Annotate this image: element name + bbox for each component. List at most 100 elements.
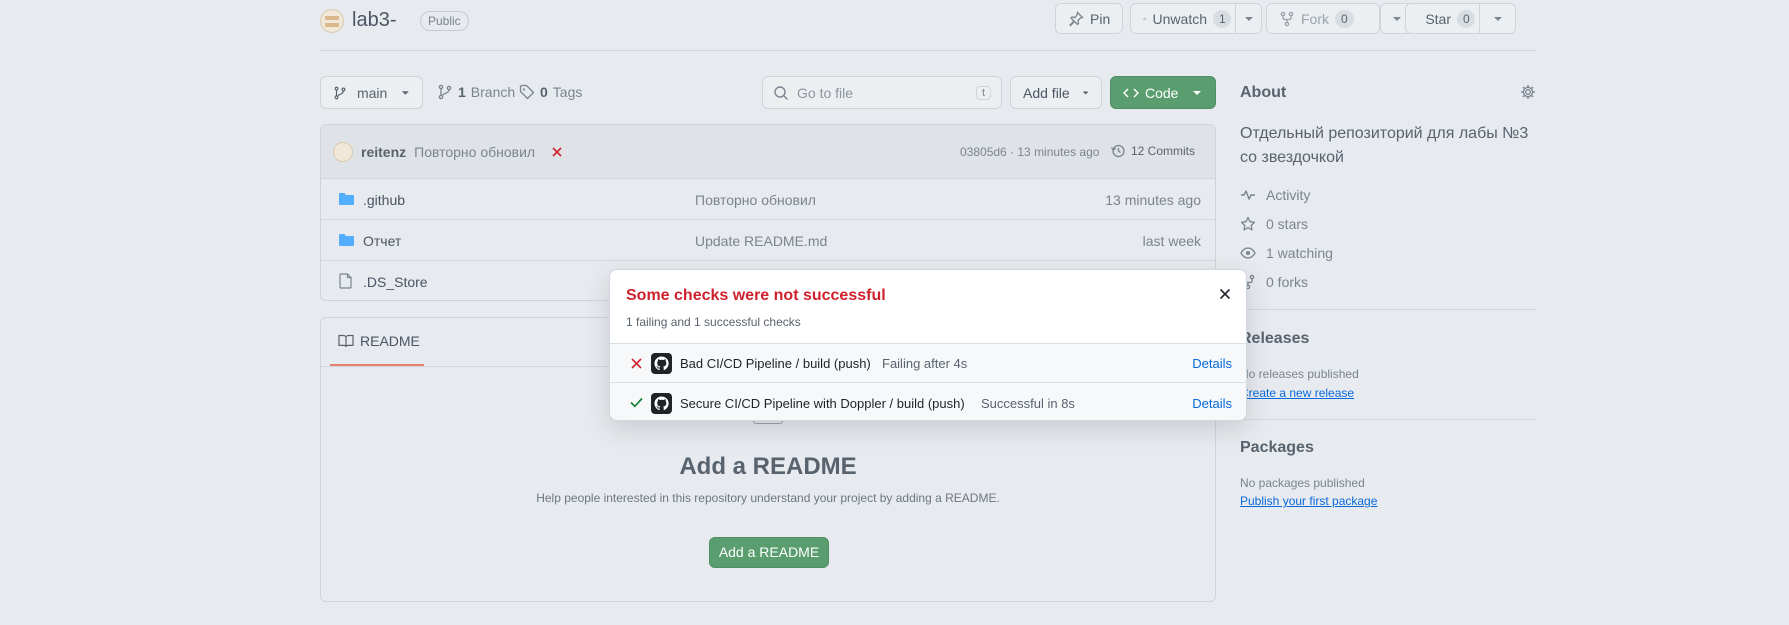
eye-icon <box>1240 247 1256 259</box>
repo-avatar <box>320 9 344 33</box>
star-icon <box>1418 17 1420 20</box>
about-description: Отдельный репозиторий для лабы №3 со зве… <box>1240 125 1529 166</box>
check-icon <box>630 397 643 408</box>
caret-down-icon <box>402 90 410 95</box>
branch-selector[interactable]: main <box>320 76 423 109</box>
readme-tab[interactable]: README <box>330 318 424 366</box>
pin-label: Pin <box>1090 10 1111 27</box>
file-commit-time: last week <box>1142 233 1201 249</box>
branches-link[interactable]: 1 Branch <box>437 84 515 100</box>
fork-button[interactable]: Fork 0 <box>1266 3 1380 34</box>
create-release-link[interactable]: Create a new release <box>1240 386 1354 400</box>
check-row[interactable]: Bad CI/CD Pipeline / build (push) Failin… <box>610 343 1246 382</box>
checks-title: Some checks were not successful <box>626 287 886 304</box>
close-icon[interactable] <box>1219 288 1231 300</box>
sidebar-divider <box>1240 309 1536 310</box>
latest-commit-bar: reitenz Повторно обновил 03805d6 · 13 mi… <box>321 125 1215 179</box>
folder-icon <box>339 193 354 205</box>
checks-subtitle: 1 failing and 1 successful checks <box>626 315 801 329</box>
unwatch-button[interactable]: Unwatch 1 <box>1130 3 1262 34</box>
code-label: Code <box>1145 84 1179 101</box>
star-label: Star <box>1425 10 1451 27</box>
fail-x-icon <box>631 358 642 369</box>
watch-count: 1 <box>1213 9 1231 28</box>
commit-author[interactable]: reitenz <box>361 144 406 160</box>
check-details-link[interactable]: Details <box>1192 396 1232 411</box>
repo-name[interactable]: lab3- <box>352 9 396 32</box>
fork-label: Fork <box>1301 10 1329 27</box>
file-icon <box>339 273 352 289</box>
pin-icon <box>1069 10 1084 26</box>
stars-label: 0 stars <box>1266 216 1309 232</box>
check-name: Secure CI/CD Pipeline with Doppler / bui… <box>680 396 965 411</box>
github-icon <box>651 353 672 374</box>
readme-description: Help people interested in this repositor… <box>536 491 1000 505</box>
caret-down-icon <box>1493 16 1502 21</box>
check-status: Failing after 4s <box>882 356 968 371</box>
checks-popover: Some checks were not successful 1 failin… <box>609 269 1247 421</box>
file-row[interactable]: .github Повторно обновил 13 minutes ago <box>321 179 1215 220</box>
branch-name: main <box>356 84 388 101</box>
readme-tab-label: README <box>360 333 420 349</box>
fork-count: 0 <box>1335 9 1354 28</box>
watching-link[interactable]: 1 watching <box>1240 245 1333 261</box>
watch-dropdown[interactable] <box>1235 4 1261 33</box>
header-divider <box>320 50 1536 51</box>
add-file-button[interactable]: Add file <box>1010 76 1102 109</box>
packages-empty: No packages published <box>1240 476 1365 490</box>
file-commit-message[interactable]: Повторно обновил <box>695 192 816 208</box>
publish-package-link[interactable]: Publish your first package <box>1240 494 1377 508</box>
tags-link[interactable]: 0 Tags <box>519 84 582 100</box>
check-row[interactable]: Secure CI/CD Pipeline with Doppler / bui… <box>610 382 1246 420</box>
branch-label: Branch <box>470 84 516 100</box>
readme-title: Add a README <box>679 453 857 480</box>
file-name[interactable]: .DS_Store <box>363 274 428 290</box>
file-row[interactable]: Отчет Update README.md last week <box>321 220 1215 261</box>
file-name[interactable]: Отчет <box>363 233 401 249</box>
forks-label: 0 forks <box>1266 274 1309 290</box>
failed-x-icon[interactable] <box>551 146 563 158</box>
go-to-file-input[interactable]: Go to file t <box>762 76 1002 109</box>
about-title: About <box>1240 84 1287 101</box>
tag-icon <box>519 84 535 100</box>
branch-icon <box>438 84 452 100</box>
history-icon <box>1110 144 1125 158</box>
add-readme-button[interactable]: Add a README <box>709 537 829 568</box>
eye-icon <box>1143 17 1147 20</box>
check-details-link[interactable]: Details <box>1192 356 1232 371</box>
commit-message[interactable]: Повторно обновил <box>414 144 535 160</box>
commits-count: 12 Commits <box>1131 144 1196 158</box>
commits-link[interactable]: 12 Commits <box>1110 143 1195 159</box>
star-count: 0 <box>1457 9 1475 28</box>
star-button[interactable]: Star 0 <box>1405 3 1516 34</box>
commit-hash-time[interactable]: 03805d6 · 13 minutes ago <box>960 145 1099 159</box>
caret-down-icon <box>1244 16 1253 21</box>
activity-link[interactable]: Activity <box>1240 187 1310 203</box>
book-icon <box>338 334 354 348</box>
sidebar-divider <box>1240 419 1536 420</box>
tag-count: 0 <box>540 84 548 100</box>
pin-button[interactable]: Pin <box>1055 3 1124 34</box>
code-button[interactable]: Code <box>1110 76 1216 109</box>
caret-down-icon <box>1193 90 1202 95</box>
packages-title[interactable]: Packages <box>1240 439 1314 457</box>
caret-down-icon <box>1082 91 1089 94</box>
gear-icon[interactable] <box>1520 84 1536 100</box>
file-name[interactable]: .github <box>363 192 405 208</box>
branch-icon <box>334 86 346 99</box>
tag-label: Tags <box>552 84 583 100</box>
file-commit-message[interactable]: Update README.md <box>695 233 827 249</box>
author-avatar <box>333 141 353 162</box>
search-placeholder: Go to file <box>797 84 854 101</box>
check-name: Bad CI/CD Pipeline / build (push) <box>680 356 871 371</box>
star-dropdown[interactable] <box>1479 4 1515 33</box>
releases-title[interactable]: Releases <box>1240 330 1309 348</box>
visibility-badge: Public <box>420 11 469 31</box>
caret-down-icon <box>1392 16 1401 21</box>
check-status: Successful in 8s <box>981 396 1075 411</box>
star-icon <box>1240 216 1256 231</box>
forks-link[interactable]: 0 forks <box>1240 274 1308 290</box>
releases-empty: No releases published <box>1240 367 1359 381</box>
fork-icon <box>1280 11 1294 26</box>
stars-link[interactable]: 0 stars <box>1240 216 1308 232</box>
